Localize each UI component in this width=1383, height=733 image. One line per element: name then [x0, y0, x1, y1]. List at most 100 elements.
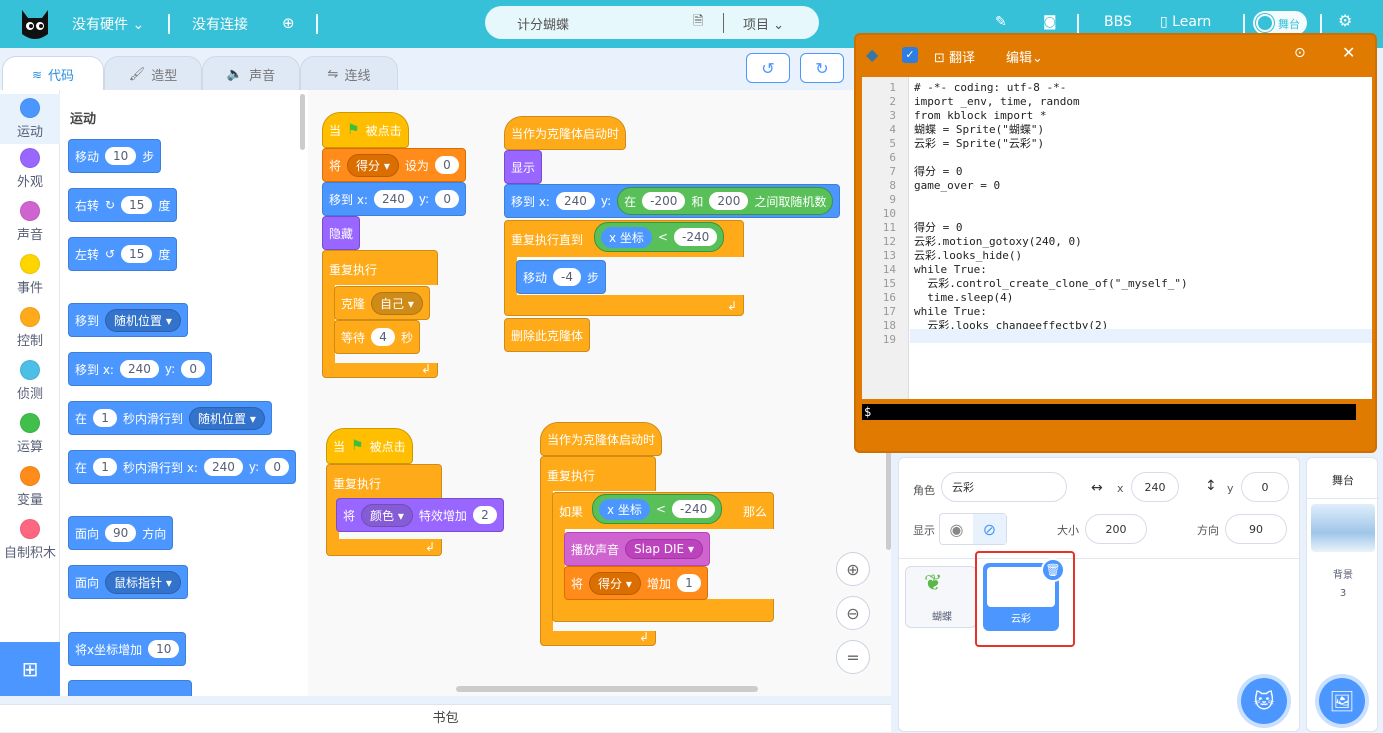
translate-button[interactable]: ⊡ 翻译 — [934, 47, 975, 66]
sprite-name-input[interactable]: 云彩 — [941, 472, 1067, 502]
hide-eye-icon[interactable]: ⊘ — [973, 514, 1006, 544]
code-line[interactable]: 得分 = 0 — [914, 221, 963, 235]
hat-when-clone-starts[interactable]: 当作为克隆体启动时 — [504, 116, 627, 150]
block-point-direction[interactable]: 面向 90 方向 — [68, 516, 174, 550]
run-icon[interactable]: ⊙ — [1294, 45, 1306, 61]
globe-icon[interactable]: ⊕ — [282, 14, 295, 32]
hat-when-flag-clicked[interactable]: 当 ⚑ 被点击 — [322, 112, 409, 148]
code-line[interactable]: 云彩.control_create_clone_of("_myself_") — [914, 277, 1187, 291]
close-icon[interactable]: ✕ — [1342, 43, 1355, 62]
pencil-icon[interactable]: ✎ — [995, 14, 1007, 30]
block-turn-right[interactable]: 右转 ↻ 15 度 — [68, 188, 178, 222]
code-line[interactable]: while True: — [914, 305, 987, 319]
sprite-thumb-butterfly[interactable]: ❦ 蝴蝶 — [905, 566, 977, 628]
category-sensing[interactable]: 侦测 — [0, 360, 60, 402]
zoom-reset-button[interactable]: = — [836, 640, 870, 674]
add-backdrop-button[interactable]: 🖼 — [1319, 678, 1365, 724]
code-area[interactable]: 1 2 3 4 5 6 7 8 9 10 11 12 13 14 15 16 17 18 19 # -*- codi… — [862, 77, 1372, 399]
size-input[interactable]: 200 — [1085, 514, 1147, 544]
tab-costumes[interactable]: 🖌 造型 — [104, 56, 202, 92]
code-line[interactable]: from kblock import * — [914, 109, 1046, 123]
save-icon[interactable]: 🗎 — [693, 12, 703, 34]
condition-less-than-2[interactable]: x 坐标 < -240 — [592, 494, 723, 524]
code-line[interactable]: 蝴蝶 = Sprite("蝴蝶") — [914, 123, 1044, 137]
workspace-h-scrollbar[interactable] — [456, 686, 758, 692]
block-goto[interactable]: 移到 随机位置 ▾ — [68, 303, 188, 337]
block-change-x[interactable]: 将x坐标增加 10 — [68, 632, 187, 666]
backdrop-thumb[interactable] — [1311, 504, 1375, 552]
terminal[interactable]: $ — [862, 404, 1356, 420]
category-operators[interactable]: 运算 — [0, 413, 60, 455]
code-line[interactable]: 得分 = 0 — [914, 165, 963, 179]
show-eye-icon[interactable]: ◉ — [940, 514, 973, 544]
tab-connect[interactable]: ⇋ 连线 — [300, 56, 398, 92]
hat-when-flag-clicked-2[interactable]: 当 ⚑ 被点击 — [326, 428, 413, 464]
x-input[interactable]: 240 — [1131, 472, 1179, 502]
block-turn-left[interactable]: 左转 ↺ 15 度 — [68, 237, 178, 271]
block-goto-random-xy[interactable]: 移到 x: 240 y: 在 -200 和 200 之间取随机数 — [504, 184, 841, 218]
direction-input[interactable]: 90 — [1225, 514, 1287, 544]
category-looks[interactable]: 外观 — [0, 148, 60, 190]
block-set-variable[interactable]: 将得分 ▾ 设为 0 — [322, 148, 466, 182]
connection-status[interactable]: 没有连接 — [192, 14, 248, 34]
category-my-blocks[interactable]: 自制积木 — [0, 519, 60, 561]
block-glide-xy[interactable]: 在 1 秒内滑行到 x: 240 y: 0 — [68, 450, 297, 484]
code-line[interactable]: while True: — [914, 263, 987, 277]
block-change-variable[interactable]: 将得分 ▾ 增加 1 — [564, 566, 708, 600]
redo-button[interactable]: ↻ — [800, 53, 844, 83]
block-glide[interactable]: 在 1 秒内滑行到 随机位置 ▾ — [68, 401, 272, 435]
block-move-steps[interactable]: 移动 10 步 — [68, 139, 162, 173]
project-menu[interactable]: 项目 ⌄ — [743, 14, 784, 33]
green-flag-icon: ⚑ — [347, 122, 360, 138]
delete-sprite-icon[interactable]: 🗑 — [1041, 558, 1065, 582]
add-extension-button[interactable]: ⊞ — [0, 642, 60, 696]
y-input[interactable]: 0 — [1241, 472, 1289, 502]
code-line[interactable]: time.sleep(4) — [914, 291, 1013, 305]
block-goto-xy[interactable]: 移到 x: 240 y: 0 — [68, 352, 213, 386]
undo-button[interactable]: ↺ — [746, 53, 790, 83]
block-point-towards[interactable]: 面向 鼠标指针 ▾ — [68, 565, 188, 599]
edit-menu[interactable]: 编辑⌄ — [1006, 47, 1043, 66]
block-delete-clone[interactable]: 删除此克隆体 — [504, 318, 591, 352]
hat-when-clone-starts-2[interactable]: 当作为克隆体启动时 — [540, 422, 663, 456]
category-events[interactable]: 事件 — [0, 254, 60, 296]
block-goto-xy[interactable]: 移到 x: 240 y: 0 — [322, 182, 467, 216]
code-line[interactable]: game_over = 0 — [914, 179, 1000, 193]
code-line[interactable]: # -*- coding: utf-8 -*- — [914, 81, 1066, 95]
add-sprite-button[interactable]: 🐱 — [1241, 678, 1287, 724]
code-line[interactable]: import _env, time, random — [914, 95, 1080, 109]
block-wait[interactable]: 等待 4 秒 — [334, 320, 421, 354]
code-line[interactable]: 云彩.motion_gotoxy(240, 0) — [914, 235, 1082, 249]
tab-code[interactable]: ≋ 代码 — [2, 56, 104, 92]
code-line[interactable]: 云彩 = Sprite("云彩") — [914, 137, 1044, 151]
bbs-link[interactable]: BBS — [1104, 14, 1132, 30]
block-show[interactable]: 显示 — [504, 150, 543, 184]
category-motion[interactable]: 运动 — [0, 94, 60, 144]
category-control[interactable]: 控制 — [0, 307, 60, 349]
category-variables[interactable]: 变量 — [0, 466, 60, 508]
condition-less-than[interactable]: x 坐标 < -240 — [594, 222, 725, 252]
gear-icon[interactable]: ⚙ — [1338, 11, 1352, 30]
code-line[interactable]: 云彩.looks_hide() — [914, 249, 1022, 263]
block-move[interactable]: 移动 -4 步 — [516, 260, 606, 294]
category-sound[interactable]: 声音 — [0, 201, 60, 243]
palette-scrollbar[interactable] — [300, 94, 305, 150]
block-create-clone[interactable]: 克隆 自己 ▾ — [334, 286, 430, 320]
camera-icon[interactable]: ◙ — [1043, 14, 1057, 30]
backpack[interactable]: 书包 — [0, 704, 891, 732]
learn-link[interactable]: ▯ Learn — [1160, 14, 1211, 30]
block-change-effect[interactable]: 将颜色 ▾ 特效增加 2 — [336, 498, 504, 532]
zoom-out-button[interactable]: ⊖ — [836, 596, 870, 630]
block-play-sound[interactable]: 播放声音 Slap DIE ▾ — [564, 532, 710, 566]
tab-sounds[interactable]: 🔈 声音 — [202, 56, 300, 92]
project-title-box[interactable]: 计分蝴蝶 🗎 项目 ⌄ — [485, 6, 819, 39]
hardware-menu[interactable]: 没有硬件 ⌄ — [72, 14, 144, 34]
app-logo[interactable] — [18, 4, 52, 42]
script-workspace[interactable]: 当 ⚑ 被点击 将得分 ▾ 设为 0 移到 x: 240 y: 0 隐藏 重复执行 ↲ 克隆自… — [308, 90, 891, 696]
enable-checkbox[interactable]: ✓ — [902, 47, 918, 63]
zoom-in-button[interactable]: ⊕ — [836, 552, 870, 586]
project-name[interactable]: 计分蝴蝶 — [517, 14, 569, 33]
stage-toggle[interactable]: 舞台 — [1253, 11, 1307, 35]
block-partial[interactable] — [68, 680, 192, 696]
block-hide[interactable]: 隐藏 — [322, 216, 361, 250]
